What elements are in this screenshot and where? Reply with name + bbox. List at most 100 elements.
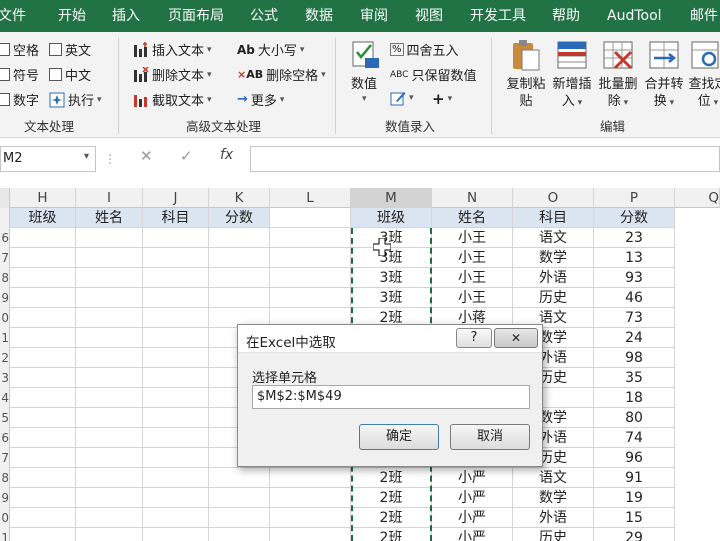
cell[interactable]: [270, 288, 351, 308]
name-box[interactable]: M2 ▾: [0, 146, 96, 172]
data-cell[interactable]: 小王: [432, 228, 513, 248]
data-cell[interactable]: 80: [594, 408, 675, 428]
row-number[interactable]: 9: [0, 288, 10, 308]
ribbon-tab[interactable]: AudTool: [607, 0, 662, 32]
data-cell[interactable]: 29: [594, 528, 675, 541]
cell[interactable]: [143, 228, 209, 248]
plus-button[interactable]: + ▾: [432, 90, 452, 108]
data-cell[interactable]: 历史: [513, 528, 594, 541]
data-cell[interactable]: 74: [594, 428, 675, 448]
cell[interactable]: [10, 428, 76, 448]
cell[interactable]: [76, 408, 143, 428]
data-cell[interactable]: 2班: [351, 528, 432, 541]
cell[interactable]: [143, 388, 209, 408]
cell[interactable]: [10, 508, 76, 528]
ribbon-tab[interactable]: 视图: [415, 0, 443, 32]
data-cell[interactable]: 数学: [513, 248, 594, 268]
cell[interactable]: [143, 508, 209, 528]
extract-text-button[interactable]: 截取文本 ▾: [133, 90, 212, 109]
data-cell[interactable]: 98: [594, 348, 675, 368]
data-cell[interactable]: 18: [594, 388, 675, 408]
data-cell[interactable]: 2班: [351, 508, 432, 528]
cell[interactable]: [209, 228, 270, 248]
cell[interactable]: [143, 248, 209, 268]
data-cell[interactable]: 96: [594, 448, 675, 468]
ribbon-tab[interactable]: 帮助: [552, 0, 580, 32]
cell[interactable]: [143, 368, 209, 388]
cell[interactable]: [270, 248, 351, 268]
ribbon-tab[interactable]: 数据: [305, 0, 333, 32]
data-cell[interactable]: 13: [594, 248, 675, 268]
round-button[interactable]: % 四舍五入: [390, 40, 459, 59]
case-button[interactable]: Ab 大小写 ▾: [237, 40, 304, 60]
cell[interactable]: [143, 528, 209, 541]
data-cell[interactable]: 语文: [513, 468, 594, 488]
cell[interactable]: [76, 448, 143, 468]
ribbon-tab[interactable]: 开始: [58, 0, 86, 32]
cell[interactable]: [76, 248, 143, 268]
header-cell[interactable]: 分数: [594, 208, 675, 228]
keep-value-button[interactable]: ABC 只保留数值: [390, 65, 476, 84]
new-insert-button[interactable]: 新增插 入 ▾: [549, 38, 595, 116]
cell[interactable]: [10, 248, 76, 268]
cell[interactable]: [10, 448, 76, 468]
data-cell[interactable]: 小严: [432, 488, 513, 508]
row-number[interactable]: 7: [0, 248, 10, 268]
execute-button[interactable]: 执行 ▾: [49, 90, 102, 109]
cell[interactable]: [76, 468, 143, 488]
column-header-p[interactable]: P: [594, 188, 675, 208]
row-number[interactable]: 4: [0, 388, 10, 408]
column-header-h[interactable]: H: [10, 188, 76, 208]
cell[interactable]: [76, 328, 143, 348]
cell[interactable]: [143, 348, 209, 368]
data-cell[interactable]: 小王: [432, 248, 513, 268]
data-cell[interactable]: 93: [594, 268, 675, 288]
data-cell[interactable]: 3班: [351, 288, 432, 308]
cell[interactable]: [76, 488, 143, 508]
data-cell[interactable]: 2班: [351, 488, 432, 508]
cell[interactable]: [10, 468, 76, 488]
space-checkbox[interactable]: 空格: [0, 40, 39, 59]
digit-checkbox[interactable]: 数字: [0, 90, 39, 109]
cell[interactable]: [76, 348, 143, 368]
row-number[interactable]: 7: [0, 448, 10, 468]
data-cell[interactable]: 19: [594, 488, 675, 508]
cell[interactable]: [10, 328, 76, 348]
header-cell[interactable]: 姓名: [76, 208, 143, 228]
ribbon-tab[interactable]: 页面布局: [168, 0, 224, 32]
chinese-checkbox[interactable]: 中文: [49, 65, 91, 84]
range-input[interactable]: $M$2:$M$49: [252, 385, 530, 409]
data-cell[interactable]: 数学: [513, 488, 594, 508]
cell[interactable]: [76, 388, 143, 408]
formula-input[interactable]: [250, 146, 720, 172]
cell[interactable]: [209, 528, 270, 541]
row-number[interactable]: 5: [0, 408, 10, 428]
cell[interactable]: [76, 368, 143, 388]
cancel-formula-icon[interactable]: ✕: [140, 147, 153, 165]
cell[interactable]: [143, 308, 209, 328]
column-header-m[interactable]: M: [351, 188, 432, 208]
column-header-o[interactable]: O: [513, 188, 594, 208]
column-header-k[interactable]: K: [209, 188, 270, 208]
copy-paste-button[interactable]: 复制粘 贴: [503, 38, 549, 116]
cell[interactable]: [270, 488, 351, 508]
cell[interactable]: [270, 528, 351, 541]
cell[interactable]: [10, 368, 76, 388]
row-number[interactable]: 6: [0, 228, 10, 248]
row-number[interactable]: [0, 208, 10, 228]
cell[interactable]: [209, 248, 270, 268]
data-cell[interactable]: 3班: [351, 248, 432, 268]
cell[interactable]: [209, 268, 270, 288]
ribbon-tab[interactable]: 公式: [250, 0, 278, 32]
data-cell[interactable]: 小王: [432, 288, 513, 308]
cell[interactable]: [143, 468, 209, 488]
header-cell[interactable]: 科目: [143, 208, 209, 228]
cell[interactable]: [76, 288, 143, 308]
numeric-button[interactable]: 数值 ▾: [349, 38, 383, 108]
cell[interactable]: [209, 468, 270, 488]
cancel-button[interactable]: 取消: [450, 424, 530, 450]
select-all-corner[interactable]: [0, 188, 10, 208]
data-cell[interactable]: 小王: [432, 268, 513, 288]
edit-value-button[interactable]: ▾: [390, 90, 414, 106]
ribbon-tab[interactable]: 开发工具: [470, 0, 526, 32]
